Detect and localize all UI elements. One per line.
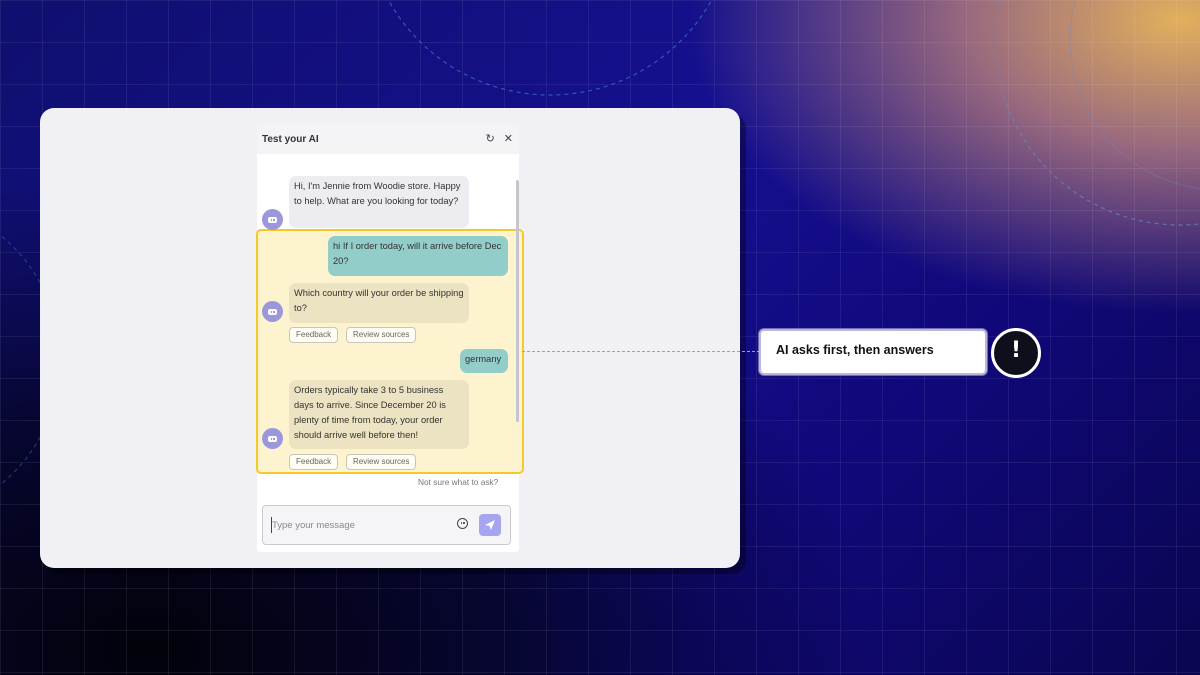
- user-message: hi If I order today, will it arrive befo…: [328, 236, 508, 276]
- bot-face-icon: [268, 435, 277, 442]
- alert-icon: !: [991, 328, 1041, 378]
- chat-scrollbar[interactable]: [516, 180, 519, 422]
- send-icon: [485, 520, 495, 530]
- callout-box: AI asks first, then answers: [759, 329, 987, 375]
- bot-avatar: [262, 301, 283, 322]
- review-sources-button[interactable]: Review sources: [346, 327, 417, 343]
- bot-face-icon: [268, 308, 277, 315]
- bot-message: Orders typically take 3 to 5 business da…: [289, 380, 469, 449]
- bot-avatar: [262, 428, 283, 449]
- callout-connector: [522, 351, 760, 352]
- feedback-button[interactable]: Feedback: [289, 454, 339, 470]
- bot-message: Hi, I'm Jennie from Woodie store. Happy …: [289, 176, 469, 228]
- message-input[interactable]: [271, 517, 442, 533]
- message-input-box: [262, 505, 511, 545]
- emoji-icon[interactable]: [457, 518, 468, 529]
- bot-avatar: [262, 209, 283, 230]
- refresh-icon[interactable]: ↻: [486, 133, 495, 145]
- suggestion-hint[interactable]: Not sure what to ask?: [418, 477, 498, 487]
- bot-message: Which country will your order be shippin…: [289, 283, 469, 323]
- send-button[interactable]: [479, 514, 501, 536]
- bot-face-icon: [268, 216, 277, 223]
- user-message: germany: [460, 349, 508, 373]
- chat-header: Test your AI ↻ ✕: [257, 124, 519, 154]
- review-sources-button[interactable]: Review sources: [346, 454, 417, 470]
- chat-title: Test your AI: [262, 133, 319, 145]
- feedback-button[interactable]: Feedback: [289, 327, 339, 343]
- close-icon[interactable]: ✕: [504, 133, 513, 145]
- callout-text: AI asks first, then answers: [776, 343, 934, 357]
